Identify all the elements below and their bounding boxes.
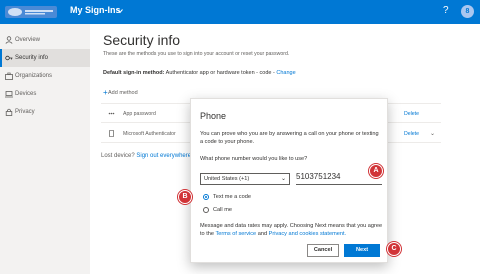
sidebar-item-label: Privacy bbox=[15, 109, 35, 115]
plus-icon[interactable]: + bbox=[103, 88, 108, 97]
delete-link[interactable]: Delete bbox=[404, 111, 419, 117]
chevron-down-icon: ⌄ bbox=[280, 176, 286, 182]
country-code-select[interactable]: United States (+1) ⌄ bbox=[200, 173, 290, 185]
rates-notice-and: and bbox=[257, 231, 268, 237]
phone-icon bbox=[109, 130, 114, 137]
briefcase-icon bbox=[5, 72, 13, 80]
sidebar-item-security-info[interactable]: Security info bbox=[0, 49, 90, 67]
sidebar-item-label: Overview bbox=[15, 37, 41, 43]
password-icon bbox=[108, 112, 115, 115]
lost-device-label: Lost device? bbox=[101, 153, 135, 159]
method-label: Microsoft Authenticator bbox=[123, 131, 176, 137]
key-icon bbox=[5, 55, 13, 61]
sidebar-item-label: Security info bbox=[15, 55, 49, 61]
next-button[interactable]: Next bbox=[344, 244, 380, 257]
sidebar-item-label: Devices bbox=[15, 91, 37, 97]
dialog-title: Phone bbox=[200, 111, 227, 121]
sidebar-item-organizations[interactable]: Organizations bbox=[0, 67, 90, 85]
callout-marker-b: B bbox=[178, 190, 192, 204]
call-me-radio[interactable] bbox=[203, 207, 209, 213]
privacy-statement-link[interactable]: Privacy and cookies statement. bbox=[269, 231, 346, 237]
add-method-button[interactable]: Add method bbox=[108, 90, 138, 96]
help-icon[interactable]: ? bbox=[443, 5, 449, 16]
page-subtitle: These are the methods you use to sign in… bbox=[103, 51, 290, 57]
country-code-value: United States (+1) bbox=[204, 176, 250, 182]
sidebar-item-label: Organizations bbox=[15, 73, 53, 79]
laptop-icon bbox=[5, 91, 13, 98]
chevron-down-icon[interactable]: ⌄ bbox=[430, 130, 435, 137]
sign-out-everywhere-link[interactable]: Sign out everywhere bbox=[136, 153, 191, 159]
default-sign-in-method: Default sign-in method: Authenticator ap… bbox=[103, 70, 296, 76]
top-bar: My Sign-Ins ? 8 bbox=[0, 0, 480, 24]
callout-marker-a: A bbox=[369, 164, 383, 178]
lost-device: Lost device? Sign out everywhere bbox=[101, 153, 191, 159]
text-me-label[interactable]: Text me a code bbox=[213, 194, 251, 200]
sidebar-item-devices[interactable]: Devices bbox=[0, 85, 90, 103]
organization-logo bbox=[5, 6, 57, 18]
sidebar-item-privacy[interactable]: Privacy bbox=[0, 103, 90, 121]
method-label: App password bbox=[123, 111, 156, 117]
person-icon bbox=[5, 36, 13, 44]
chevron-down-icon[interactable] bbox=[117, 8, 123, 14]
dialog-description: You can prove who you are by answering a… bbox=[200, 131, 379, 145]
avatar[interactable]: 8 bbox=[461, 5, 474, 18]
lock-icon bbox=[5, 108, 13, 116]
phone-dialog: Phone You can prove who you are by answe… bbox=[190, 98, 388, 263]
call-me-label[interactable]: Call me bbox=[213, 207, 232, 213]
phone-question: What phone number would you like to use? bbox=[200, 156, 308, 162]
text-me-radio[interactable] bbox=[203, 194, 209, 200]
app-title[interactable]: My Sign-Ins bbox=[70, 5, 121, 15]
default-method-label: Default sign-in method: bbox=[103, 70, 165, 76]
sidebar: Overview Security info Organizations Dev… bbox=[0, 24, 90, 274]
callout-marker-c: C bbox=[387, 242, 401, 256]
page-title: Security info bbox=[103, 32, 181, 48]
change-link[interactable]: Change bbox=[276, 70, 295, 76]
cancel-button[interactable]: Cancel bbox=[307, 244, 339, 257]
rates-notice: Message and data rates may apply. Choosi… bbox=[200, 222, 385, 238]
delete-link[interactable]: Delete bbox=[404, 131, 419, 137]
terms-of-service-link[interactable]: Terms of service bbox=[215, 231, 256, 237]
default-method-value: Authenticator app or hardware token - co… bbox=[165, 70, 272, 76]
sidebar-item-overview[interactable]: Overview bbox=[0, 31, 90, 49]
